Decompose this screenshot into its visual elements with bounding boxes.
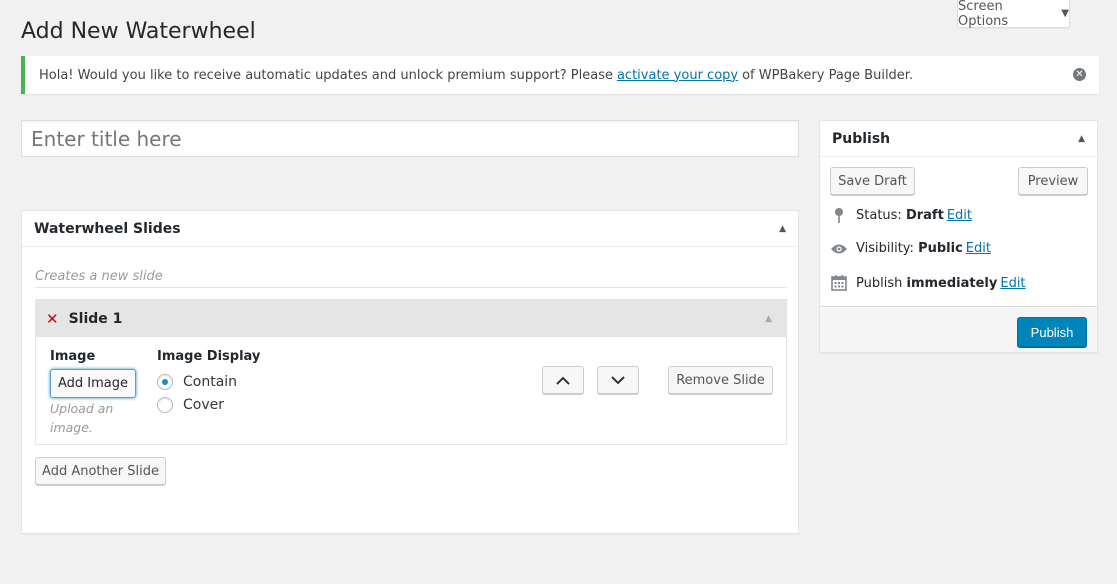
slide-header[interactable]: ✕ Slide 1 ▲ (36, 300, 786, 337)
publish-box-header: Publish ▲ (820, 121, 1097, 157)
collapse-arrow-icon[interactable]: ▲ (765, 314, 772, 324)
slide-panel: ✕ Slide 1 ▲ Image Add Image Upload an im… (35, 299, 787, 445)
preview-button[interactable]: Preview (1018, 167, 1088, 195)
remove-x-icon[interactable]: ✕ (46, 310, 59, 328)
display-option-cover[interactable]: Cover (157, 397, 224, 413)
screen-options-button[interactable]: Screen Options ▼ (957, 0, 1070, 29)
slides-box-header: Waterwheel Slides ▲ (22, 211, 798, 247)
move-up-button[interactable] (542, 366, 584, 394)
remove-slide-button[interactable]: Remove Slide (668, 366, 773, 394)
radio-cover[interactable] (157, 397, 173, 413)
caret-down-icon: ▼ (1061, 8, 1069, 19)
display-option-contain[interactable]: Contain (157, 374, 237, 390)
edit-publish-date-link[interactable]: Edit (1000, 276, 1025, 291)
image-label: Image (50, 349, 96, 364)
slide-title: Slide 1 (68, 310, 123, 327)
dismiss-icon[interactable]: ✕ (1073, 68, 1086, 81)
visibility-label: Visibility: (856, 241, 914, 256)
slides-description: Creates a new slide (35, 269, 163, 284)
move-down-button[interactable] (597, 366, 639, 394)
calendar-icon (830, 275, 848, 291)
status-row: Status: Draft Edit (830, 207, 972, 223)
visibility-row: Visibility: Public Edit (830, 241, 991, 256)
save-draft-button[interactable]: Save Draft (830, 167, 915, 195)
add-image-button[interactable]: Add Image (50, 369, 136, 398)
update-notice: Hola! Would you like to receive automati… (21, 56, 1099, 94)
publish-box: Publish ▲ Save Draft Preview Status: Dra… (819, 120, 1098, 353)
screen-options-label: Screen Options (958, 0, 1009, 29)
slides-box-title: Waterwheel Slides (34, 220, 181, 237)
title-input[interactable] (21, 120, 799, 157)
edit-status-link[interactable]: Edit (947, 208, 972, 223)
publish-time-row: Publish immediately Edit (830, 275, 1026, 291)
add-another-slide-button[interactable]: Add Another Slide (35, 457, 166, 485)
notice-text-after: of WPBakery Page Builder. (742, 67, 914, 83)
eye-icon (830, 243, 848, 255)
pin-icon (830, 207, 848, 223)
major-publishing-actions: Publish (820, 306, 1097, 352)
publish-label: Publish (856, 275, 903, 291)
publish-box-title: Publish (832, 130, 891, 147)
collapse-arrow-icon[interactable]: ▲ (779, 224, 786, 234)
edit-visibility-link[interactable]: Edit (966, 241, 991, 256)
radio-contain-label: Contain (183, 374, 238, 390)
chevron-up-icon (556, 376, 570, 385)
image-hint: Upload an image. (50, 401, 114, 435)
activate-link[interactable]: activate your copy (617, 68, 738, 83)
status-value: Draft (905, 207, 944, 223)
radio-cover-label: Cover (183, 397, 224, 413)
image-display-label: Image Display (157, 349, 261, 364)
notice-text-before: Hola! Would you like to receive automati… (39, 67, 613, 83)
waterwheel-slides-box: Waterwheel Slides ▲ Creates a new slide … (21, 210, 799, 534)
status-label: Status: (856, 207, 902, 223)
radio-contain[interactable] (157, 374, 173, 390)
publish-value: immediately (906, 275, 998, 291)
visibility-value: Public (918, 241, 963, 256)
divider (35, 287, 787, 288)
publish-button[interactable]: Publish (1017, 317, 1087, 347)
chevron-down-icon (611, 375, 625, 384)
page-title: Add New Waterwheel (21, 19, 256, 44)
collapse-arrow-icon[interactable]: ▲ (1078, 134, 1085, 144)
